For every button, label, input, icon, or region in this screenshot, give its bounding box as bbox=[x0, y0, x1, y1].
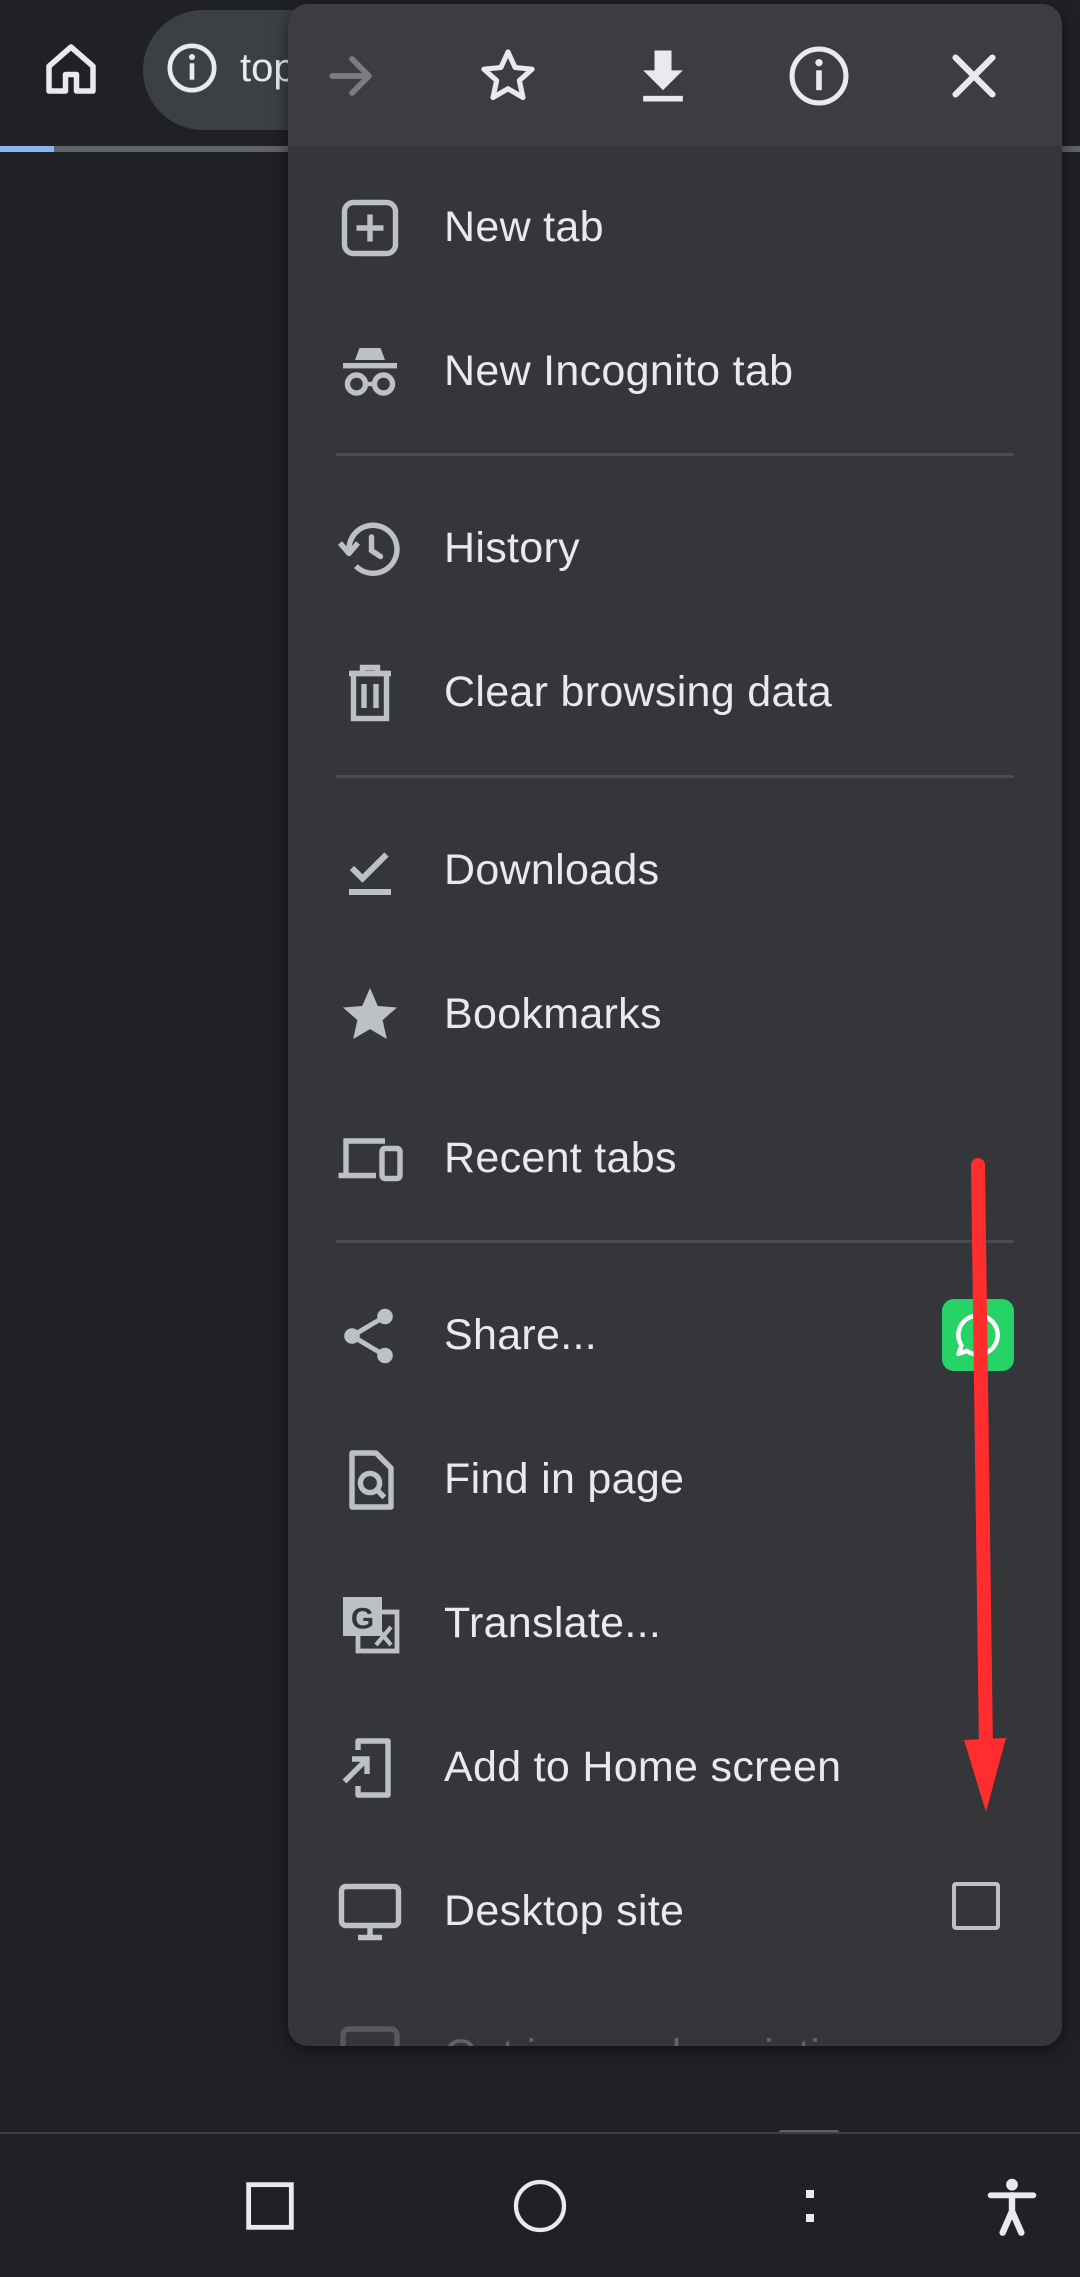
menu-item-new-incognito-tab[interactable]: New Incognito tab bbox=[288, 300, 1062, 444]
menu-item-label: Share... bbox=[444, 1311, 597, 1359]
share-icon bbox=[334, 1300, 406, 1372]
menu-item-desktop-site[interactable]: Desktop site bbox=[288, 1840, 1062, 1984]
close-icon[interactable] bbox=[940, 42, 1008, 110]
overflow-menu: New tab New Incognito tab History Clear … bbox=[288, 4, 1062, 2046]
menu-item-share[interactable]: Share... bbox=[288, 1264, 1062, 1408]
menu-item-translate[interactable]: G Translate... bbox=[288, 1552, 1062, 1696]
annotation-arrow bbox=[950, 1150, 1010, 1820]
menu-dots-icon[interactable] bbox=[778, 2174, 842, 2238]
recents-square-icon[interactable] bbox=[238, 2174, 302, 2238]
star-icon bbox=[334, 979, 406, 1051]
accessibility-icon[interactable] bbox=[980, 2174, 1044, 2238]
menu-item-new-tab[interactable]: New tab bbox=[288, 156, 1062, 300]
menu-item-label: Downloads bbox=[444, 846, 660, 894]
menu-item-label: New tab bbox=[444, 203, 604, 251]
menu-divider bbox=[336, 1240, 1014, 1243]
svg-text:G: G bbox=[351, 1603, 374, 1636]
find-in-page-icon bbox=[334, 1444, 406, 1516]
menu-item-find-in-page[interactable]: Find in page bbox=[288, 1408, 1062, 1552]
menu-item-history[interactable]: History bbox=[288, 477, 1062, 621]
incognito-icon bbox=[334, 336, 406, 408]
menu-item-label: Desktop site bbox=[444, 1887, 685, 1935]
image-description-icon bbox=[334, 2020, 406, 2046]
menu-item-label: History bbox=[444, 524, 580, 572]
system-nav-bar bbox=[0, 2132, 1080, 2277]
menu-item-label: Get image descriptions bbox=[444, 2031, 890, 2046]
desktop-icon bbox=[334, 1876, 406, 1948]
menu-item-recent-tabs[interactable]: Recent tabs bbox=[288, 1087, 1062, 1231]
menu-toolbar bbox=[288, 4, 1062, 146]
menu-item-label: Add to Home screen bbox=[444, 1743, 842, 1791]
menu-item-label: Translate... bbox=[444, 1599, 662, 1647]
menu-item-clear-browsing-data[interactable]: Clear browsing data bbox=[288, 621, 1062, 765]
forward-icon[interactable] bbox=[318, 42, 386, 110]
add-to-home-icon bbox=[334, 1732, 406, 1804]
download-icon[interactable] bbox=[629, 42, 697, 110]
menu-item-downloads[interactable]: Downloads bbox=[288, 799, 1062, 943]
menu-item-bookmarks[interactable]: Bookmarks bbox=[288, 943, 1062, 1087]
home-icon[interactable] bbox=[38, 36, 104, 102]
downloads-icon bbox=[334, 835, 406, 907]
menu-item-label: New Incognito tab bbox=[444, 347, 794, 395]
menu-item-label: Bookmarks bbox=[444, 990, 662, 1038]
history-icon bbox=[334, 513, 406, 585]
menu-item-label: Find in page bbox=[444, 1455, 685, 1503]
bookmark-star-icon[interactable] bbox=[474, 42, 542, 110]
trash-icon bbox=[334, 657, 406, 729]
menu-item-add-to-home-screen[interactable]: Add to Home screen bbox=[288, 1696, 1062, 1840]
menu-item-label: Recent tabs bbox=[444, 1134, 677, 1182]
menu-item-label: Clear browsing data bbox=[444, 668, 833, 716]
new-tab-icon bbox=[334, 192, 406, 264]
menu-divider bbox=[336, 775, 1014, 778]
translate-icon: G bbox=[334, 1588, 406, 1660]
page-info-icon[interactable] bbox=[785, 42, 853, 110]
desktop-site-checkbox[interactable] bbox=[952, 1882, 1000, 1930]
home-circle-icon[interactable] bbox=[508, 2174, 572, 2238]
devices-icon bbox=[334, 1123, 406, 1195]
site-info-icon[interactable] bbox=[164, 40, 220, 96]
menu-divider bbox=[336, 453, 1014, 456]
menu-item-get-image-descriptions[interactable]: Get image descriptions bbox=[288, 1984, 1062, 2046]
